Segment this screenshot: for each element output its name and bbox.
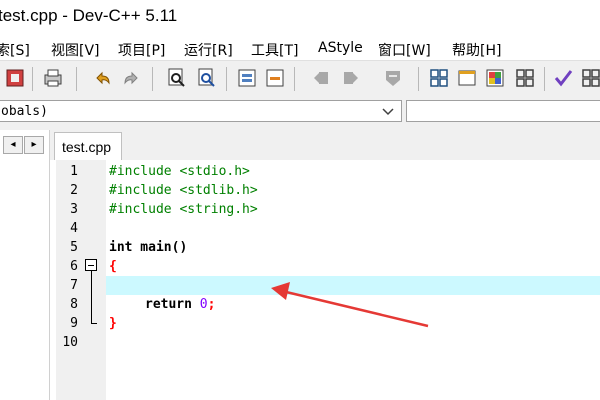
toolbar — [0, 60, 600, 96]
code-line-8: return 0; — [145, 297, 215, 312]
scope-bar: obals) — [0, 96, 600, 130]
toolbar-separator — [544, 67, 545, 91]
toolbar-separator — [152, 67, 153, 91]
bookmark-icon — [314, 72, 328, 84]
find-icon[interactable] — [166, 67, 188, 89]
title-bar: test.cpp - Dev-C++ 5.11 — [0, 0, 600, 36]
toolbar-separator — [418, 67, 419, 91]
line-number: 6 — [70, 259, 78, 274]
menu-help[interactable]: 帮助[H] — [452, 40, 501, 60]
toolbar-separator — [32, 67, 33, 91]
scope-select[interactable]: obals) — [0, 100, 402, 122]
line-number: 4 — [70, 221, 78, 236]
tiles-icon[interactable] — [514, 67, 536, 89]
number-literal: 0 — [199, 297, 208, 312]
next-tab-button[interactable]: ▸ — [24, 136, 44, 154]
line-number: 10 — [62, 335, 78, 350]
keyword-return: return — [145, 297, 192, 312]
line-number: 3 — [70, 202, 78, 217]
code-editor[interactable]: 1 2 3 4 5 6 7 8 9 10 #include <stdio.h> … — [56, 160, 600, 400]
print-icon[interactable] — [42, 67, 64, 89]
color-palette-icon[interactable] — [484, 67, 506, 89]
keyword-int: int — [109, 240, 133, 255]
tab-label: test.cpp — [62, 139, 112, 155]
redo-icon[interactable] — [120, 67, 142, 89]
code-line-5: int main() — [109, 240, 187, 255]
menu-tools[interactable]: 工具[T] — [251, 40, 298, 60]
line-number: 8 — [70, 297, 78, 312]
menu-bar: 索[S] 视图[V] 项目[P] 运行[R] 工具[T] AStyle 窗口[W… — [0, 36, 600, 60]
menu-run[interactable]: 运行[R] — [184, 40, 233, 60]
line-number: 7 — [70, 278, 78, 293]
code-line-6: { — [109, 259, 117, 274]
prev-tab-button[interactable]: ◂ — [3, 136, 23, 154]
grid-icon-small[interactable] — [580, 67, 600, 89]
line-number: 9 — [70, 316, 78, 331]
semicolon: ; — [207, 297, 216, 312]
window-title: test.cpp - Dev-C++ 5.11 — [0, 6, 178, 25]
fold-guide-end — [91, 323, 97, 324]
toolbar-separator — [226, 67, 227, 91]
goto-bookmark-icon — [344, 72, 358, 84]
grid-icon[interactable] — [428, 67, 450, 89]
menu-search[interactable]: 索[S] — [0, 40, 30, 60]
code-line-2: #include <stdlib.h> — [109, 183, 258, 198]
window-icon[interactable] — [456, 67, 478, 89]
project-panel: ◂ ▸ — [0, 130, 50, 400]
close-file-icon[interactable] — [4, 67, 26, 89]
function-signature: main() — [132, 240, 188, 255]
indent-icon[interactable] — [236, 67, 258, 89]
line-number: 1 — [70, 164, 78, 179]
replace-icon[interactable] — [196, 67, 218, 89]
menu-astyle[interactable]: AStyle — [318, 40, 363, 56]
line-number: 2 — [70, 183, 78, 198]
code-line-9: } — [109, 316, 117, 331]
line-number: 5 — [70, 240, 78, 255]
code-line-3: #include <string.h> — [109, 202, 258, 217]
fold-toggle[interactable] — [85, 259, 97, 271]
menu-view[interactable]: 视图[V] — [51, 40, 100, 60]
current-line-highlight — [106, 276, 600, 295]
chevron-down-icon[interactable] — [379, 102, 397, 120]
tab-test-cpp[interactable]: test.cpp — [54, 132, 122, 160]
undo-icon[interactable] — [92, 67, 114, 89]
fold-guide — [91, 271, 92, 324]
scope-value: obals) — [1, 104, 48, 119]
toolbar-separator — [294, 67, 295, 91]
menu-project[interactable]: 项目[P] — [118, 40, 165, 60]
code-line-1: #include <stdio.h> — [109, 164, 250, 179]
check-icon[interactable] — [552, 67, 574, 89]
function-select[interactable] — [406, 100, 600, 122]
menu-window[interactable]: 窗口[W] — [378, 40, 431, 60]
unindent-icon[interactable] — [264, 67, 286, 89]
compile-icon — [386, 71, 400, 86]
editor-tabs: test.cpp — [50, 130, 600, 160]
toolbar-separator — [76, 67, 77, 91]
